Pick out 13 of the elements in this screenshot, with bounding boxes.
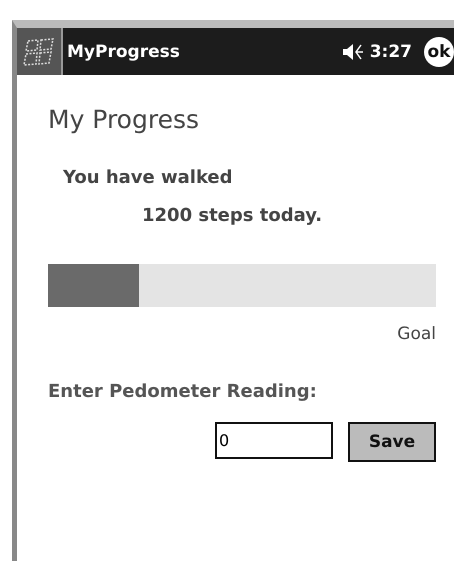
save-button[interactable]: Save — [348, 422, 436, 462]
reading-label: Enter Pedometer Reading: — [48, 381, 318, 402]
reading-input-field[interactable]: 0 — [215, 422, 333, 459]
speaker-icon[interactable] — [342, 42, 364, 60]
steps-text: 1200 steps today. — [142, 205, 324, 226]
window-title: MyProgress — [67, 42, 181, 62]
page-heading: My Progress — [48, 105, 200, 134]
clock-time[interactable]: 3:27 — [370, 42, 412, 62]
goal-label: Goal — [396, 324, 436, 344]
start-button[interactable] — [17, 28, 63, 75]
ok-button[interactable]: ok — [424, 36, 454, 66]
windows-flag-icon — [22, 36, 56, 66]
walked-text: You have walked — [63, 167, 234, 188]
